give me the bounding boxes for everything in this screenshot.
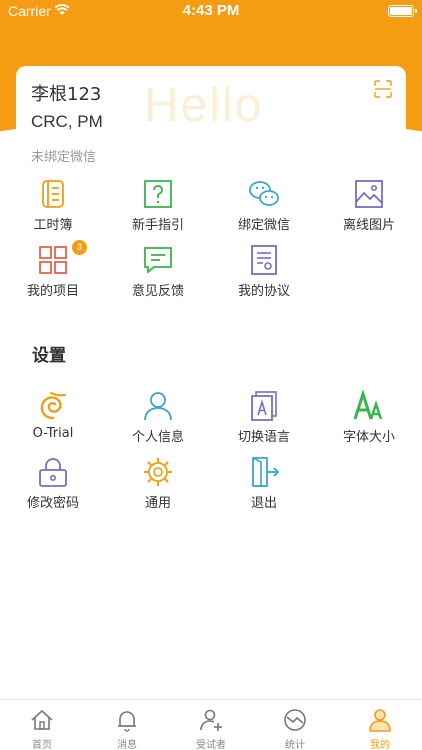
setting-switch-language-label: 切换语言 bbox=[237, 430, 290, 445]
scan-icon[interactable] bbox=[374, 80, 392, 98]
menu-my-projects[interactable]: 3 我的项目 bbox=[0, 240, 106, 304]
menu-my-agreement[interactable]: 我的协议 bbox=[211, 244, 317, 304]
menu-workbook-label: 工时簿 bbox=[33, 218, 73, 233]
menu-feedback-label: 意见反馈 bbox=[131, 284, 184, 299]
setting-logout[interactable]: 退出 bbox=[211, 456, 317, 516]
profile-page: Carrier 4:43 PM Hello 李根123 CRC, PM 未绑定微… bbox=[0, 0, 422, 750]
setting-otrial-label: O-Trial bbox=[32, 426, 74, 441]
agreement-icon bbox=[251, 245, 277, 275]
tab-bar: 首页 消息 受试者 统计 我的 bbox=[0, 699, 422, 750]
menu-guide[interactable]: 新手指引 bbox=[105, 178, 211, 238]
help-icon bbox=[144, 180, 172, 208]
tab-messages[interactable]: 消息 bbox=[85, 700, 169, 750]
logout-icon bbox=[252, 457, 280, 487]
tab-subjects[interactable]: 受试者 bbox=[169, 700, 253, 750]
menu-feedback[interactable]: 意见反馈 bbox=[105, 244, 211, 304]
otrial-logo-icon bbox=[40, 392, 66, 420]
tab-messages-label: 消息 bbox=[117, 740, 137, 750]
menu-guide-label: 新手指引 bbox=[131, 218, 184, 233]
battery-icon bbox=[388, 5, 417, 17]
menu-offline-images[interactable]: 离线图片 bbox=[316, 178, 422, 238]
hello-watermark: Hello bbox=[144, 79, 264, 132]
settings-section-title: 设置 bbox=[32, 346, 66, 366]
tab-mine[interactable]: 我的 bbox=[338, 700, 422, 750]
tab-mine-label: 我的 bbox=[370, 740, 390, 750]
setting-change-password[interactable]: 修改密码 bbox=[0, 456, 106, 516]
setting-change-password-label: 修改密码 bbox=[26, 496, 79, 511]
setting-personal-info-label: 个人信息 bbox=[131, 430, 184, 445]
menu-my-projects-label: 我的项目 bbox=[26, 284, 79, 299]
bell-icon bbox=[118, 711, 136, 732]
user-role: CRC, PM bbox=[31, 112, 103, 131]
setting-personal-info[interactable]: 个人信息 bbox=[105, 390, 211, 450]
stats-icon bbox=[284, 709, 306, 731]
projects-grid-icon bbox=[39, 246, 67, 274]
profile-card: Hello 李根123 CRC, PM 未绑定微信 bbox=[16, 66, 406, 176]
tab-stats-label: 统计 bbox=[285, 740, 305, 750]
image-icon bbox=[355, 180, 383, 208]
language-icon bbox=[251, 391, 277, 421]
status-bar: Carrier 4:43 PM bbox=[0, 0, 422, 24]
feedback-icon bbox=[144, 247, 172, 274]
setting-general[interactable]: 通用 bbox=[105, 456, 211, 516]
menu-my-agreement-label: 我的协议 bbox=[237, 284, 290, 299]
wechat-binding-status: 未绑定微信 bbox=[31, 150, 97, 165]
lock-icon bbox=[39, 458, 67, 487]
wechat-icon bbox=[249, 181, 279, 206]
setting-otrial[interactable]: O-Trial bbox=[0, 390, 106, 450]
user-icon bbox=[369, 709, 391, 732]
person-icon bbox=[144, 392, 172, 421]
projects-count-badge: 3 bbox=[72, 240, 87, 255]
tab-home[interactable]: 首页 bbox=[0, 700, 84, 750]
gear-icon bbox=[144, 458, 172, 486]
home-icon bbox=[31, 709, 53, 730]
setting-font-size-label: 字体大小 bbox=[342, 430, 395, 445]
tab-home-label: 首页 bbox=[32, 740, 52, 750]
setting-switch-language[interactable]: 切换语言 bbox=[211, 390, 317, 450]
menu-workbook[interactable]: 工时簿 bbox=[0, 178, 106, 238]
setting-logout-label: 退出 bbox=[250, 496, 277, 511]
font-size-icon bbox=[353, 390, 383, 420]
menu-bind-wechat[interactable]: 绑定微信 bbox=[211, 178, 317, 238]
notebook-icon bbox=[42, 180, 64, 208]
user-name: 李根123 bbox=[31, 84, 102, 105]
clock: 4:43 PM bbox=[182, 2, 240, 19]
menu-bind-wechat-label: 绑定微信 bbox=[237, 218, 290, 233]
setting-font-size[interactable]: 字体大小 bbox=[316, 390, 422, 450]
tab-subjects-label: 受试者 bbox=[196, 740, 226, 750]
tab-stats[interactable]: 统计 bbox=[253, 700, 337, 750]
menu-offline-images-label: 离线图片 bbox=[342, 218, 395, 233]
setting-general-label: 通用 bbox=[144, 496, 171, 511]
add-person-icon bbox=[200, 709, 222, 731]
